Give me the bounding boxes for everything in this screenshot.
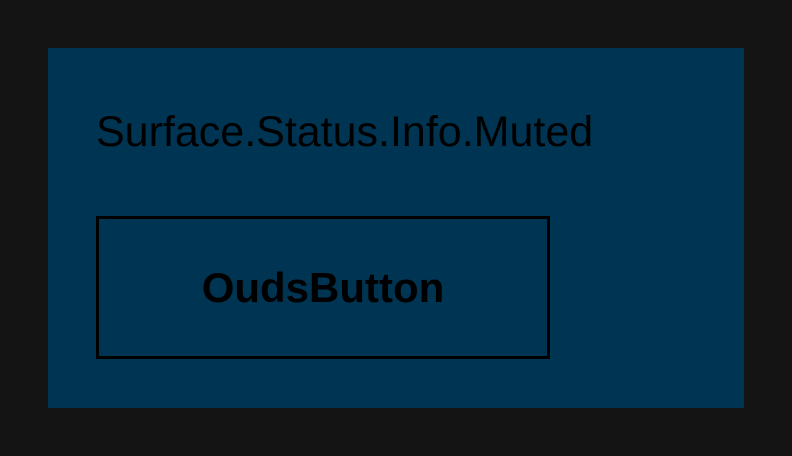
surface-title: Surface.Status.Info.Muted [96, 108, 594, 156]
ouds-button[interactable]: OudsButton [96, 216, 550, 359]
surface-status-info-muted: Surface.Status.Info.Muted OudsButton [48, 48, 744, 408]
